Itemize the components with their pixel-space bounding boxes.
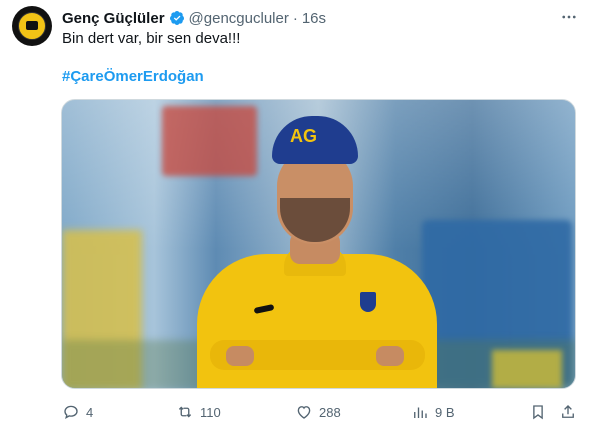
photo-person: AG [192,114,442,388]
like-button[interactable]: 288 [295,400,341,424]
more-options-icon[interactable] [558,6,580,28]
bookmark-button[interactable] [529,400,547,424]
hashtag-link[interactable]: #ÇareÖmerErdoğan [62,68,204,85]
club-crest-icon [360,292,376,312]
separator-dot: · [292,9,298,27]
blue-cap: AG [272,116,358,164]
tweet[interactable]: Genç Güçlüler @gencgucluler · 16s Bin de… [0,0,599,433]
user-handle[interactable]: @gencgucluler [189,10,289,27]
reply-count: 4 [86,404,94,420]
share-icon [562,405,574,418]
repost-count: 110 [200,404,221,420]
reply-button[interactable]: 4 [62,400,93,424]
views-chart-icon [414,407,427,418]
views-count: 9 B [435,404,455,420]
action-bar: 4 110 288 9 B [0,400,599,424]
hand [226,346,254,366]
share-button[interactable] [559,400,577,424]
tweet-header: Genç Güçlüler @gencgucluler · 16s [62,8,326,28]
heart-icon [297,406,311,419]
cap-logo: AG [290,126,317,146]
repost-button[interactable]: 110 [176,400,221,424]
bookmark-icon [533,405,543,420]
tweet-text: Bin dert var, bir sen deva!!! [62,30,241,47]
timestamp[interactable]: 16s [302,10,326,27]
display-name[interactable]: Genç Güçlüler [62,10,165,27]
hand [376,346,404,366]
views-button[interactable]: 9 B [411,400,455,424]
avatar[interactable] [12,6,52,46]
tweet-photo[interactable]: AG [61,99,576,389]
verified-badge-icon [169,10,185,26]
like-count: 288 [319,404,341,420]
repost-icon [178,406,192,418]
reply-icon [64,405,78,419]
club-logo-icon [18,12,46,40]
